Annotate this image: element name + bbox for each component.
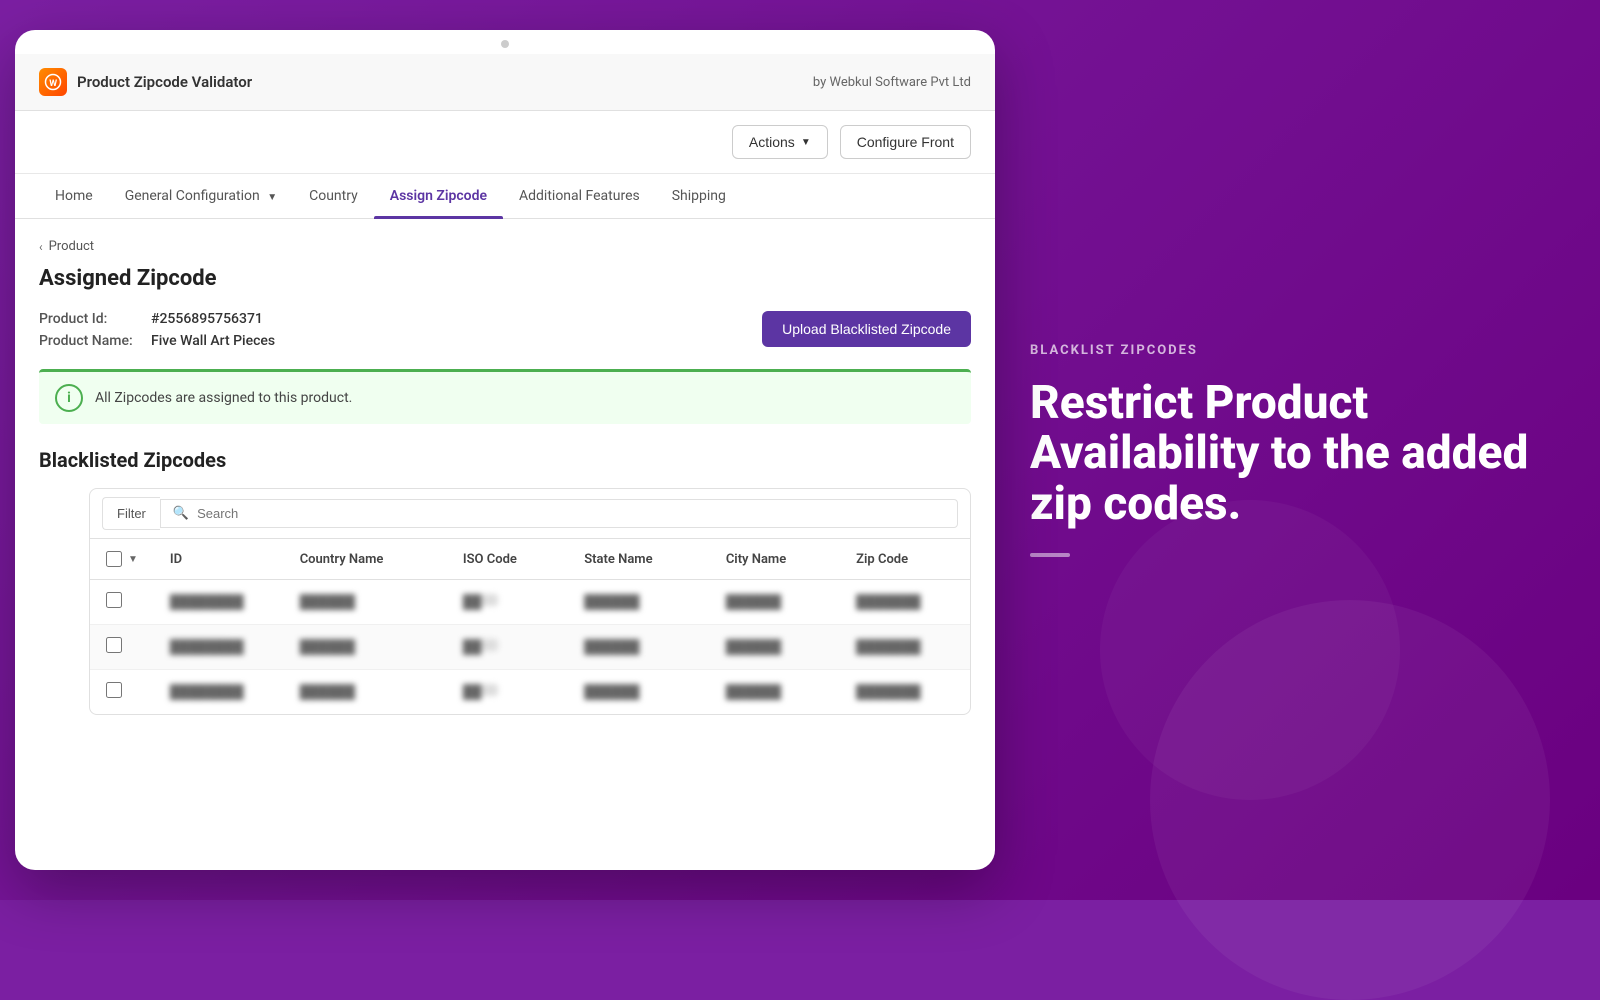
row-checkbox-cell	[90, 670, 154, 715]
table-row: ████████ ██████ ██ ██████ ██████	[90, 625, 970, 670]
panel-eyebrow: BLACKLIST ZIPCODES	[1030, 343, 1550, 358]
col-zip-code: Zip Code	[840, 539, 970, 580]
page-title: Assigned Zipcode	[39, 266, 971, 291]
cell-state_name: ██████	[568, 670, 710, 715]
sidebar-item-general-config[interactable]: General Configuration ▼	[109, 174, 293, 218]
product-name-value: Five Wall Art Pieces	[151, 333, 275, 349]
cell-iso_code: ██	[447, 580, 568, 625]
cell-id: ████████	[154, 625, 284, 670]
blacklisted-zipcodes-title: Blacklisted Zipcodes	[39, 448, 971, 472]
breadcrumb: ‹ Product	[39, 239, 971, 254]
product-id-row: Product Id: #2556895756371	[39, 311, 275, 327]
info-icon: i	[55, 384, 83, 412]
row-checkbox-cell	[90, 580, 154, 625]
content-area: ‹ Product Assigned Zipcode Product Id: #…	[15, 219, 995, 870]
table-header-row: ▼ ID Country Name ISO Code State Name Ci…	[90, 539, 970, 580]
product-id-label: Product Id:	[39, 311, 139, 327]
product-id-value: #2556895756371	[151, 311, 263, 327]
cell-iso_code: ██	[447, 625, 568, 670]
actions-dropdown-icon: ▼	[801, 137, 811, 148]
table-body: ████████ ██████ ██ ██████ ██████	[90, 580, 970, 715]
search-container: 🔍	[160, 499, 958, 528]
select-all-cell: ▼	[90, 539, 154, 580]
table-toolbar: Filter 🔍	[90, 489, 970, 539]
col-country-name: Country Name	[284, 539, 447, 580]
cell-country_name: ██████	[284, 580, 447, 625]
filter-button[interactable]: Filter	[102, 497, 160, 530]
cell-state_name: ██████	[568, 625, 710, 670]
app-subtitle: by Webkul Software Pvt Ltd	[813, 75, 971, 90]
cell-city_name: ██████	[710, 625, 840, 670]
row-select-checkbox[interactable]	[106, 637, 122, 653]
cell-state_name: ██████	[568, 580, 710, 625]
select-all-checkbox[interactable]	[106, 551, 122, 567]
app-icon: W	[39, 68, 67, 96]
cell-id: ████████	[154, 670, 284, 715]
upload-blacklisted-zipcode-button[interactable]: Upload Blacklisted Zipcode	[762, 311, 971, 347]
cell-city_name: ██████	[710, 580, 840, 625]
cell-city_name: ██████	[710, 670, 840, 715]
search-icon: 🔍	[173, 506, 189, 521]
blacklisted-zipcodes-table-container: Filter 🔍 ▼ ID	[89, 488, 971, 715]
row-checkbox-cell	[90, 625, 154, 670]
cell-zip_code: ███████	[840, 670, 970, 715]
sidebar-item-home[interactable]: Home	[39, 174, 109, 218]
product-name-label: Product Name:	[39, 333, 139, 349]
col-id: ID	[154, 539, 284, 580]
panel-divider	[1030, 553, 1070, 557]
breadcrumb-arrow-icon: ‹	[39, 240, 43, 254]
app-title-area: W Product Zipcode Validator	[39, 68, 252, 96]
product-info-row: Product Id: #2556895756371 Product Name:…	[39, 311, 971, 349]
cell-country_name: ██████	[284, 670, 447, 715]
product-name-row: Product Name: Five Wall Art Pieces	[39, 333, 275, 349]
data-table: ▼ ID Country Name ISO Code State Name Ci…	[90, 539, 970, 714]
breadcrumb-link[interactable]: Product	[49, 239, 94, 254]
sort-icon: ▼	[128, 554, 138, 565]
main-card: W Product Zipcode Validator by Webkul So…	[15, 30, 995, 870]
info-message: All Zipcodes are assigned to this produc…	[95, 390, 352, 406]
col-state-name: State Name	[568, 539, 710, 580]
panel-heading: Restrict Product Availability to the add…	[1030, 378, 1550, 530]
actions-button[interactable]: Actions ▼	[732, 125, 828, 159]
cell-iso_code: ██	[447, 670, 568, 715]
cell-id: ████████	[154, 580, 284, 625]
card-dot	[501, 40, 509, 48]
app-title: Product Zipcode Validator	[77, 73, 252, 91]
sidebar-item-country[interactable]: Country	[293, 174, 374, 218]
sidebar-item-assign-zipcode[interactable]: Assign Zipcode	[374, 174, 503, 218]
sidebar-item-shipping[interactable]: Shipping	[656, 174, 742, 218]
right-panel: BLACKLIST ZIPCODES Restrict Product Avai…	[980, 0, 1600, 900]
sidebar-item-additional-features[interactable]: Additional Features	[503, 174, 656, 218]
app-header: W Product Zipcode Validator by Webkul So…	[15, 54, 995, 111]
col-city-name: City Name	[710, 539, 840, 580]
cell-zip_code: ███████	[840, 625, 970, 670]
col-iso-code: ISO Code	[447, 539, 568, 580]
cell-zip_code: ███████	[840, 580, 970, 625]
configure-front-button[interactable]: Configure Front	[840, 125, 971, 159]
table-row: ████████ ██████ ██ ██████ ██████	[90, 670, 970, 715]
toolbar-row: Actions ▼ Configure Front	[15, 111, 995, 174]
svg-text:W: W	[49, 79, 57, 89]
cell-country_name: ██████	[284, 625, 447, 670]
nav-tabs: Home General Configuration ▼ Country Ass…	[15, 174, 995, 219]
row-select-checkbox[interactable]	[106, 592, 122, 608]
search-input[interactable]	[197, 506, 945, 521]
product-info: Product Id: #2556895756371 Product Name:…	[39, 311, 275, 349]
table-row: ████████ ██████ ██ ██████ ██████	[90, 580, 970, 625]
general-config-caret: ▼	[267, 192, 277, 203]
row-select-checkbox[interactable]	[106, 682, 122, 698]
info-alert: i All Zipcodes are assigned to this prod…	[39, 369, 971, 424]
